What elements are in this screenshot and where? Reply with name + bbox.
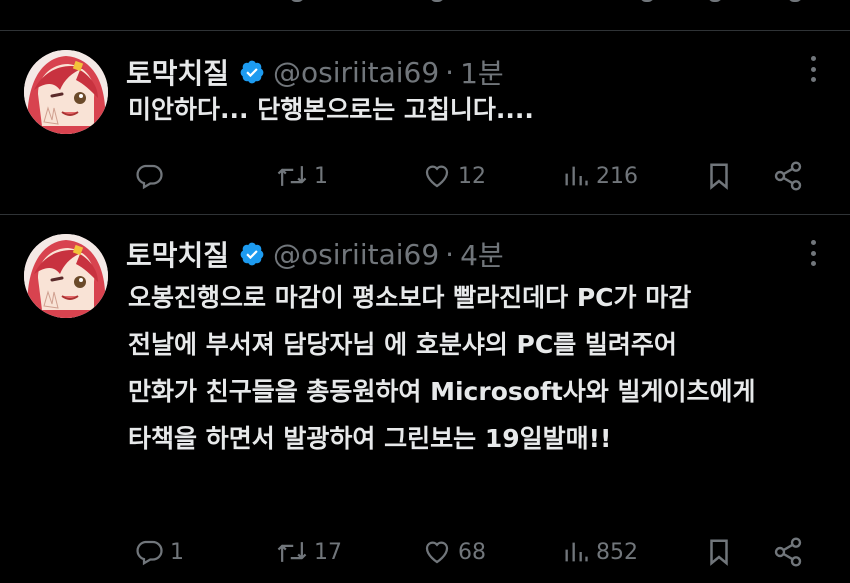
more-icon[interactable] xyxy=(810,56,816,82)
tweet[interactable]: 토막치질 @osiriitai69 · 1분 미안하다... 단행본으로는 고칩… xyxy=(0,30,850,214)
tweet-text-line: 미안하다... 단행본으로는 고칩니다.... xyxy=(128,95,534,124)
tweet-text-line: 만화가 친구들을 총동원하여 Microsoft사와 빌게이츠에게 xyxy=(128,377,756,406)
separator: · xyxy=(445,237,455,271)
views-button[interactable]: 216 xyxy=(562,156,638,196)
like-icon xyxy=(425,541,449,564)
retweet-count: 17 xyxy=(314,539,342,565)
share-icon[interactable] xyxy=(788,0,802,2)
tweet-text: 오봉진행으로 마감이 평소보다 빨라진데다 PC가 마감 전날에 부서져 담당자… xyxy=(128,274,755,462)
bookmark-button[interactable] xyxy=(704,532,734,572)
previous-tweet-actions xyxy=(0,0,850,14)
share-button[interactable] xyxy=(772,532,804,572)
share-button[interactable] xyxy=(772,156,804,196)
retweet-icon[interactable] xyxy=(290,0,304,2)
handle[interactable]: @osiriitai69 xyxy=(273,56,439,89)
views-icon[interactable] xyxy=(640,0,654,2)
tweet[interactable]: 토막치질 @osiriitai69 · 4분 오봉진행으로 마감이 평소보다 빨… xyxy=(0,214,850,583)
like-button[interactable]: 68 xyxy=(422,532,486,572)
tweet-text-line: 타책을 하면서 발광하여 그린보는 19일발매!! xyxy=(128,424,612,453)
avatar[interactable] xyxy=(24,50,108,134)
bookmark-button[interactable] xyxy=(704,156,734,196)
verified-badge-icon xyxy=(239,59,265,85)
views-count: 852 xyxy=(596,539,638,565)
share-icon xyxy=(774,161,802,191)
like-icon[interactable] xyxy=(430,0,444,2)
reply-count: 1 xyxy=(170,539,184,565)
bookmark-icon xyxy=(710,163,728,190)
display-name[interactable]: 토막치질 xyxy=(126,234,229,274)
tweet-actions: 1 17 68 852 xyxy=(0,532,850,572)
views-count: 216 xyxy=(596,163,638,189)
reply-button[interactable] xyxy=(134,156,170,196)
reply-icon xyxy=(136,164,163,190)
timestamp[interactable]: 4분 xyxy=(460,234,504,274)
reply-icon xyxy=(136,540,163,566)
avatar[interactable] xyxy=(24,234,108,318)
retweet-button[interactable]: 1 xyxy=(276,156,328,196)
like-count: 68 xyxy=(458,539,486,565)
views-button[interactable]: 852 xyxy=(562,532,638,572)
views-icon xyxy=(565,542,588,562)
retweet-count: 1 xyxy=(314,163,328,189)
reply-button[interactable]: 1 xyxy=(134,532,184,572)
verified-badge-icon xyxy=(239,241,265,267)
tweet-actions: 1 12 216 xyxy=(0,156,850,196)
bookmark-icon xyxy=(710,539,728,566)
tweet-text-line: 오봉진행으로 마감이 평소보다 빨라진데다 PC가 마감 xyxy=(128,283,692,312)
tweet-header: 토막치질 @osiriitai69 · 4분 xyxy=(126,234,504,274)
tweet-text-line: 전날에 부서져 담당자님 에 호분샤의 PC를 빌려주어 xyxy=(128,330,677,359)
retweet-icon xyxy=(277,542,307,562)
handle[interactable]: @osiriitai69 xyxy=(273,238,439,271)
like-icon xyxy=(425,165,449,188)
more-icon[interactable] xyxy=(810,240,816,266)
tweet-text: 미안하다... 단행본으로는 고칩니다.... xyxy=(128,86,534,133)
retweet-icon xyxy=(277,166,307,186)
views-icon xyxy=(565,166,588,186)
like-count: 12 xyxy=(458,163,486,189)
bookmark-icon[interactable] xyxy=(708,0,722,2)
share-icon xyxy=(774,537,802,567)
retweet-button[interactable]: 17 xyxy=(276,532,342,572)
like-button[interactable]: 12 xyxy=(422,156,486,196)
separator: · xyxy=(445,55,455,89)
